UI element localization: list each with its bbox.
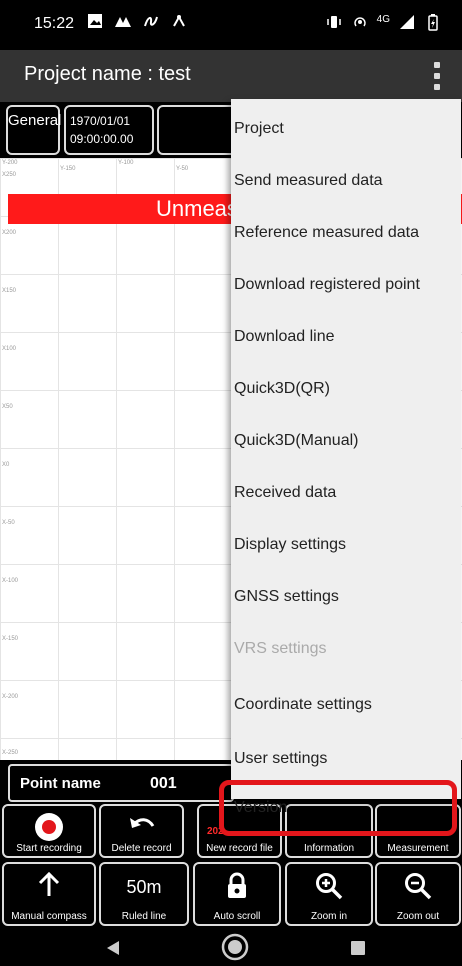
- new-record-file-label: New record file: [206, 843, 273, 854]
- map-axis-label: X50: [2, 404, 13, 410]
- info-empty-box: [157, 105, 237, 155]
- overflow-dot-icon: [434, 84, 440, 90]
- overflow-dot-icon: [434, 62, 440, 68]
- vibrate-icon: [325, 13, 343, 31]
- battery-icon: [424, 13, 442, 31]
- menu-item-received-data[interactable]: Received data: [231, 467, 461, 519]
- home-icon[interactable]: [221, 933, 249, 966]
- time-text: 09:00:00.00: [70, 132, 134, 146]
- menu-item-user-settings[interactable]: User settings: [231, 733, 461, 785]
- zoom-out-button[interactable]: Zoom out: [375, 862, 461, 926]
- mode-box[interactable]: General: [6, 105, 62, 155]
- menu-item-download-registered-point[interactable]: Download registered point: [231, 259, 461, 311]
- lock-icon: [195, 872, 279, 900]
- menu-item-reference-measured-data[interactable]: Reference measured data: [231, 207, 461, 259]
- map-axis-label: X-100: [2, 578, 19, 584]
- menu-item-vrs-settings: VRS settings: [234, 640, 327, 657]
- recents-icon[interactable]: [350, 940, 366, 961]
- start-recording-label: Start recording: [16, 843, 82, 854]
- ruled-line-value: 50m: [126, 877, 162, 897]
- status-bar: 15:22 4G: [0, 0, 462, 50]
- point-name-box[interactable]: Point name 001: [8, 764, 234, 802]
- overflow-menu: Project Send measured data Reference mea…: [231, 99, 461, 799]
- menu-item-quick3d-manual[interactable]: Quick3D(Manual): [231, 415, 461, 467]
- map-axis-label: X-250: [2, 750, 19, 756]
- routing-notification-icon: [170, 12, 188, 30]
- auto-scroll-label: Auto scroll: [213, 911, 261, 922]
- zoom-in-button[interactable]: Zoom in: [285, 862, 373, 926]
- app-bar: Project name : test: [0, 50, 462, 102]
- ruled-line-button[interactable]: 50m Ruled line: [99, 862, 189, 926]
- menu-item-project[interactable]: Project: [231, 103, 461, 155]
- arrow-up-icon: [4, 872, 94, 898]
- menu-item-coordinate-settings[interactable]: Coordinate settings: [231, 679, 461, 731]
- menu-item-gnss-settings[interactable]: GNSS settings: [231, 571, 461, 623]
- date-text: 1970/01/01: [70, 114, 131, 128]
- start-recording-button[interactable]: Start recording: [2, 804, 96, 858]
- overflow-dot-icon: [434, 73, 440, 79]
- map-axis-label: X150: [2, 288, 17, 294]
- hotspot-icon: [351, 13, 369, 31]
- map-axis-label: Y-150: [60, 166, 76, 172]
- network-type: 4G: [376, 13, 390, 25]
- signal-strength-icon: [398, 13, 416, 31]
- page-title: Project name : test: [24, 63, 191, 85]
- map-axis-label: X0: [2, 462, 10, 468]
- map-axis-label: Y-100: [118, 160, 134, 166]
- menu-item-quick3d-qr[interactable]: Quick3D(QR): [231, 363, 461, 415]
- undo-icon: [101, 814, 182, 838]
- manual-compass-button[interactable]: Manual compass: [2, 862, 96, 926]
- back-icon[interactable]: [106, 940, 120, 961]
- menu-item-download-line[interactable]: Download line: [231, 311, 461, 363]
- point-name-value: 001: [150, 775, 177, 792]
- zoom-out-label: Zoom out: [396, 911, 440, 922]
- delete-record-button[interactable]: Delete record: [99, 804, 184, 858]
- map-axis-label: Y-50: [176, 166, 189, 172]
- datetime-box: 1970/01/01 09:00:00.00: [64, 105, 154, 155]
- zoom-out-icon: [377, 872, 459, 900]
- mountain-notification-icon: [114, 12, 132, 30]
- ruled-line-label: Ruled line: [121, 911, 167, 922]
- auto-scroll-button[interactable]: Auto scroll: [193, 862, 281, 926]
- point-name-label: Point name: [20, 775, 101, 792]
- system-nav-bar: [0, 930, 462, 966]
- delete-record-label: Delete record: [111, 843, 172, 854]
- version-highlight-box: [219, 780, 457, 836]
- overflow-menu-button[interactable]: [432, 62, 442, 90]
- map-axis-label: X250: [2, 172, 17, 178]
- status-time: 15:22: [34, 15, 75, 32]
- zoom-in-label: Zoom in: [310, 911, 348, 922]
- image-notification-icon: [86, 12, 104, 30]
- manual-compass-label: Manual compass: [11, 911, 87, 922]
- signal-notification-icon: [142, 12, 160, 30]
- information-label: Information: [303, 843, 355, 854]
- zoom-in-icon: [287, 872, 371, 900]
- map-axis-label: Y-200: [2, 160, 18, 166]
- measurement-label: Measurement: [387, 843, 449, 854]
- map-axis-label: X200: [2, 230, 17, 236]
- map-axis-label: X100: [2, 346, 17, 352]
- menu-item-display-settings[interactable]: Display settings: [231, 519, 461, 571]
- map-axis-label: X-200: [2, 694, 19, 700]
- map-axis-label: X-150: [2, 636, 19, 642]
- map-axis-label: X-50: [2, 520, 15, 526]
- menu-item-send-measured-data[interactable]: Send measured data: [231, 155, 461, 207]
- record-icon: [4, 812, 94, 842]
- mode-label: General: [8, 112, 62, 129]
